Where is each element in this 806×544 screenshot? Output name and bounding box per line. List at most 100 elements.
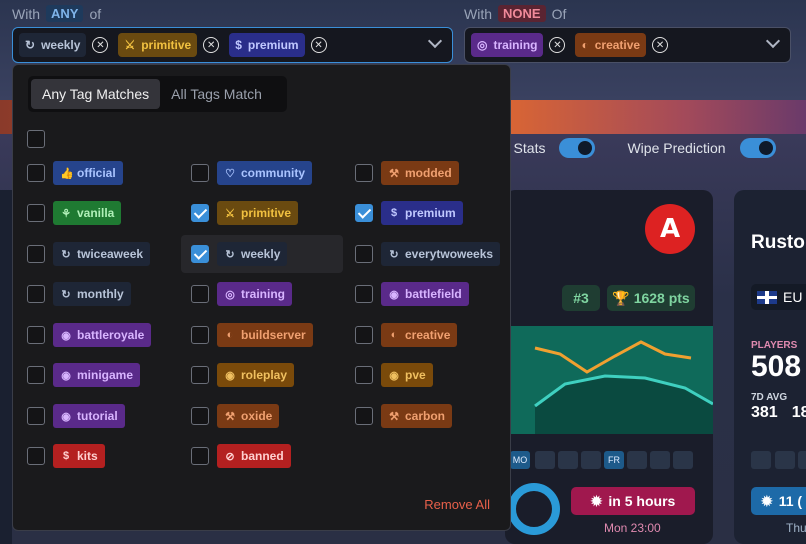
tag-training[interactable]: ◎ training [217, 282, 292, 306]
ban-icon: ⊘ [225, 450, 235, 463]
chart-line-orange [534, 340, 692, 374]
dollar-icon: $ [62, 450, 70, 462]
exclude-tags-select[interactable]: ◎ training ✕ ◐ creative ✕ [464, 27, 791, 63]
remove-chip-training[interactable]: ✕ [549, 37, 566, 53]
checkbox-roleplay[interactable] [191, 366, 209, 384]
day-fr: FR [604, 451, 624, 469]
next-wipe-button[interactable]: ✹ in 5 hours [571, 487, 695, 515]
checkbox-battleroyale[interactable] [27, 326, 45, 344]
gamepad-icon: ◉ [61, 369, 71, 382]
checkbox-pve[interactable] [355, 366, 373, 384]
chip-premium: $ premium [229, 33, 305, 57]
tag-roleplay[interactable]: ◉ roleplay [217, 363, 295, 387]
checkbox-carbon[interactable] [355, 407, 373, 425]
select-all-checkbox[interactable] [27, 130, 45, 148]
tag-twiceaweek[interactable]: ↻ twiceaweek [53, 242, 151, 266]
checkbox-monthly[interactable] [27, 285, 45, 303]
checkbox-premium[interactable] [355, 204, 373, 222]
tag-premium[interactable]: $ premium [381, 201, 463, 225]
next-wipe-time: Mon 23:00 [604, 521, 661, 535]
tag-banned[interactable]: ⊘ banned [217, 444, 291, 468]
checkbox-banned[interactable] [191, 447, 209, 465]
uk-flag-icon [757, 290, 777, 304]
tag-creative[interactable]: ◐ creative [381, 323, 458, 347]
tag-modded[interactable]: ⚒ modded [381, 161, 459, 185]
checkbox-buildserver[interactable] [191, 326, 209, 344]
remove-chip-primitive[interactable]: ✕ [203, 37, 220, 53]
tag-label: carbon [405, 409, 446, 423]
stats-toggle[interactable] [559, 138, 596, 158]
server-card-left [0, 190, 12, 544]
checkbox-primitive[interactable] [191, 204, 209, 222]
tag-primitive[interactable]: ⚔ primitive [217, 201, 299, 225]
day-box [798, 451, 806, 469]
checkbox-oxide[interactable] [191, 407, 209, 425]
tag-weekly[interactable]: ↻ weekly [217, 242, 288, 266]
checkbox-minigame[interactable] [27, 366, 45, 384]
tag-minigame[interactable]: ◉ minigame [53, 363, 141, 387]
tag-dropdown-panel: Any Tag Matches All Tags Match Remove Al… [12, 64, 511, 531]
include-tags-select[interactable]: ↻ weekly ✕ ⚔ primitive ✕ $ premium ✕ [12, 27, 453, 63]
tag-community[interactable]: ♡ community [217, 161, 313, 185]
chip-creative: ◐ creative [575, 33, 647, 57]
tag-carbon[interactable]: ⚒ carbon [381, 404, 453, 428]
tag-label: community [241, 166, 306, 180]
points-badge: 🏆 1628 pts [607, 285, 695, 311]
gamepad-icon: ◉ [225, 369, 235, 382]
day-box [581, 451, 601, 469]
tag-official[interactable]: 👍 official [53, 161, 123, 185]
tag-battleroyale[interactable]: ◉ battleroyale [53, 323, 152, 347]
day-box [673, 451, 693, 469]
tag-pve[interactable]: ◉ pve [381, 363, 433, 387]
tag-battlefield[interactable]: ◉ battlefield [381, 282, 469, 306]
chevron-down-icon[interactable] [427, 33, 443, 49]
remove-all-button[interactable]: Remove All [424, 497, 490, 512]
next-wipe-button[interactable]: ✹ 11 ( [751, 487, 806, 515]
tag-vanilla[interactable]: ⚘ vanilla [53, 201, 122, 225]
tag-tutorial[interactable]: ◉ tutorial [53, 404, 125, 428]
rank-badge: #3 [562, 285, 600, 311]
checkbox-kits[interactable] [27, 447, 45, 465]
tag-oxide[interactable]: ⚒ oxide [217, 404, 280, 428]
wipe-prediction-toggle[interactable] [739, 138, 776, 158]
server-logo: A [645, 204, 695, 254]
checkbox-creative[interactable] [355, 326, 373, 344]
checkbox-weekly[interactable] [191, 245, 209, 263]
checkbox-everytwoweeks[interactable] [355, 245, 373, 263]
mode-all-tags[interactable]: All Tags Match [160, 79, 273, 109]
tag-label: vanilla [77, 206, 115, 220]
tag-label: kits [77, 449, 98, 463]
checkbox-battlefield[interactable] [355, 285, 373, 303]
checkbox-modded[interactable] [355, 164, 373, 182]
checkbox-vanilla[interactable] [27, 204, 45, 222]
tag-label: primitive [241, 206, 292, 220]
checkbox-tutorial[interactable] [27, 407, 45, 425]
tag-label: everytwoweeks [405, 247, 494, 261]
region-badge: EU [751, 284, 806, 310]
tag-monthly[interactable]: ↻ monthly [53, 282, 131, 306]
checkbox-official[interactable] [27, 164, 45, 182]
checkbox-community[interactable] [191, 164, 209, 182]
tag-label: banned [241, 449, 284, 463]
toggle-stats-label: r Stats [505, 140, 546, 156]
tag-label: premium [405, 206, 456, 220]
remove-chip-weekly[interactable]: ✕ [92, 37, 109, 53]
tag-everytwoweeks[interactable]: ↻ everytwoweeks [381, 242, 501, 266]
mode-any-tag[interactable]: Any Tag Matches [31, 79, 161, 109]
palette-icon: ◐ [226, 329, 234, 341]
gamepad-icon: ◉ [389, 369, 399, 382]
remove-chip-creative[interactable]: ✕ [652, 37, 669, 53]
avg-label: 7D AVG [751, 392, 788, 403]
day-box [558, 451, 578, 469]
knife-icon: ⚔ [124, 38, 136, 52]
tag-kits[interactable]: $ kits [53, 444, 105, 468]
toggle-wipe-label: Wipe Prediction [627, 140, 726, 156]
checkbox-twiceaweek[interactable] [27, 245, 45, 263]
tag-buildserver[interactable]: ◐ buildserver [217, 323, 313, 347]
tag-label: minigame [77, 368, 134, 382]
tag-label: weekly [241, 247, 281, 261]
checkbox-training[interactable] [191, 285, 209, 303]
remove-chip-premium[interactable]: ✕ [310, 37, 327, 53]
bomb-icon: ✹ [590, 492, 603, 509]
chevron-down-icon[interactable] [765, 33, 781, 49]
